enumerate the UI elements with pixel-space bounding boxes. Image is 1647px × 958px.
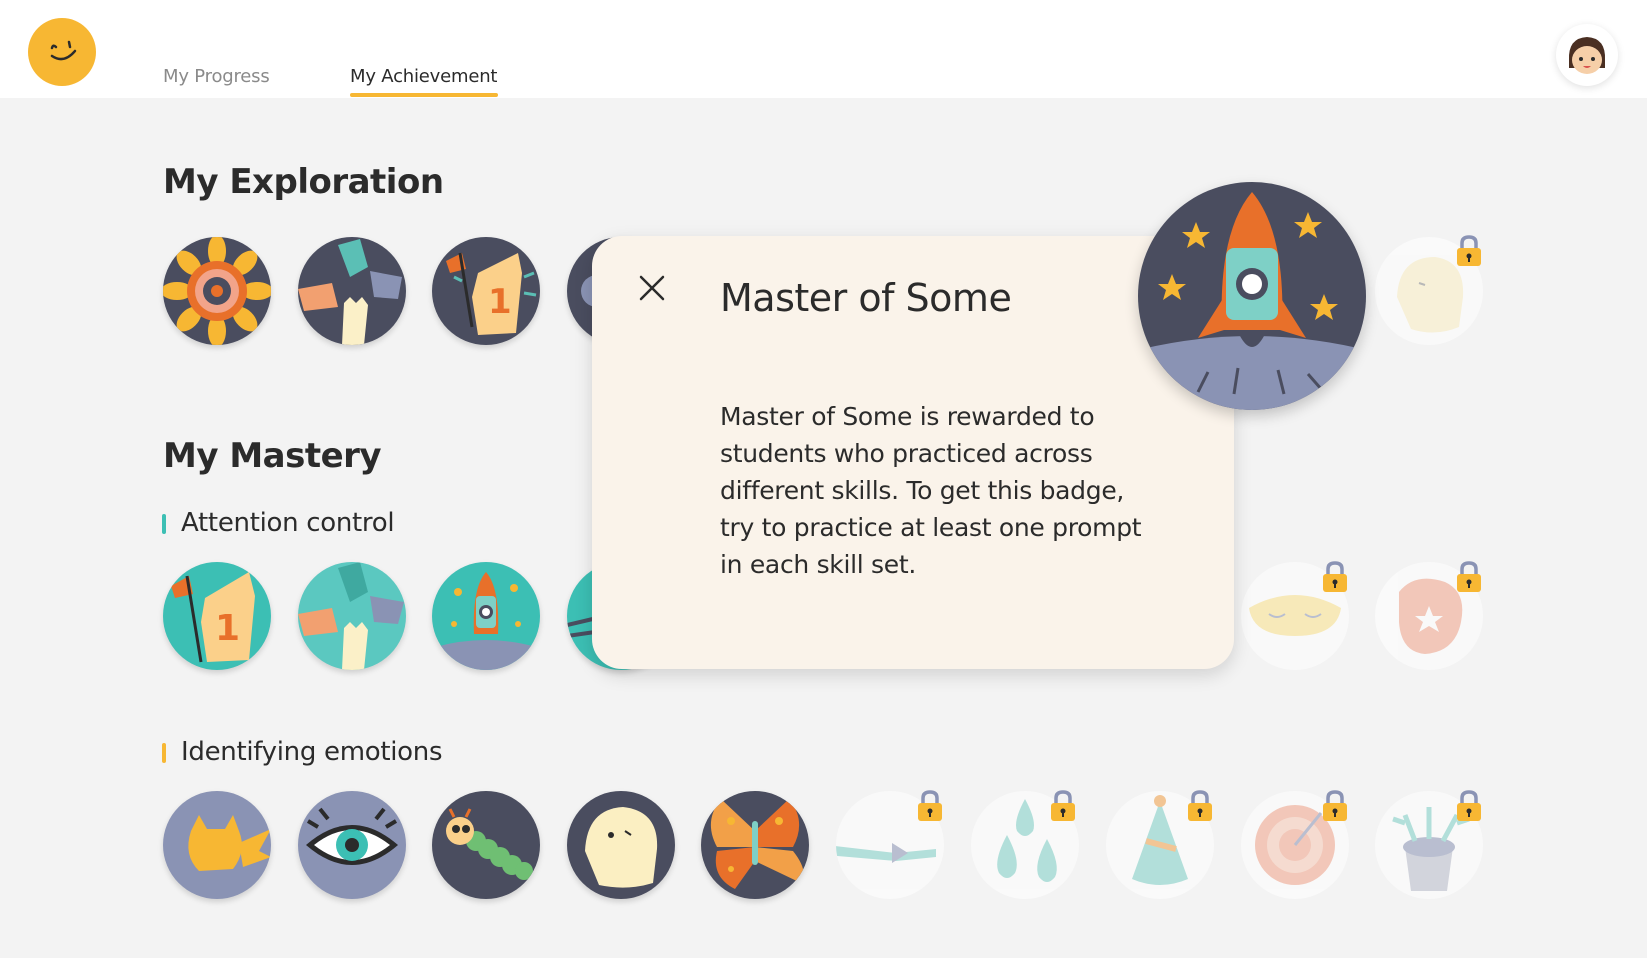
identifying-emotions-accent-bar xyxy=(162,743,166,763)
eye-badge-icon[interactable] xyxy=(298,791,406,899)
attention-control-accent-bar xyxy=(162,514,166,534)
rocket-badge-icon[interactable] xyxy=(432,562,540,670)
tab-my-achievement[interactable]: My Achievement xyxy=(350,66,497,87)
lock-icon xyxy=(1321,789,1349,823)
close-icon[interactable] xyxy=(638,274,666,302)
foam-finger-badge-icon[interactable]: 1 xyxy=(432,237,540,345)
svg-text:1: 1 xyxy=(215,608,240,649)
lock-icon xyxy=(916,789,944,823)
lock-icon xyxy=(1455,234,1483,268)
popup-title: Master of Some xyxy=(720,276,1012,320)
smiley-logo-icon[interactable] xyxy=(28,18,96,86)
tab-my-progress[interactable]: My Progress xyxy=(163,66,270,87)
lock-icon xyxy=(1186,789,1214,823)
foam-finger-badge-icon[interactable]: 1 xyxy=(163,562,271,670)
top-navigation-bar: My Progress My Achievement xyxy=(0,0,1647,98)
lock-icon xyxy=(1049,789,1077,823)
identifying-emotions-label: Identifying emotions xyxy=(181,737,443,767)
attention-control-label: Attention control xyxy=(181,508,395,538)
svg-text:1: 1 xyxy=(488,282,512,322)
popup-description: Master of Some is rewarded to students w… xyxy=(720,402,1142,579)
ghost-badge-icon[interactable] xyxy=(567,791,675,899)
mastery-section-title: My Mastery xyxy=(163,436,382,476)
pikachu-badge-icon[interactable] xyxy=(163,791,271,899)
lock-icon xyxy=(1321,560,1349,594)
student-avatar-icon[interactable] xyxy=(1556,24,1618,86)
butterfly-badge-icon[interactable] xyxy=(701,791,809,899)
lock-icon xyxy=(1455,789,1483,823)
exploration-section-title: My Exploration xyxy=(163,162,444,202)
sun-target-badge-icon[interactable] xyxy=(163,237,271,345)
active-tab-indicator xyxy=(350,93,498,97)
caterpillar-badge-icon[interactable] xyxy=(432,791,540,899)
lock-icon xyxy=(1455,560,1483,594)
rocket-badge-icon xyxy=(1138,182,1366,410)
hands-badge-icon[interactable] xyxy=(298,562,406,670)
hands-badge-icon[interactable] xyxy=(298,237,406,345)
